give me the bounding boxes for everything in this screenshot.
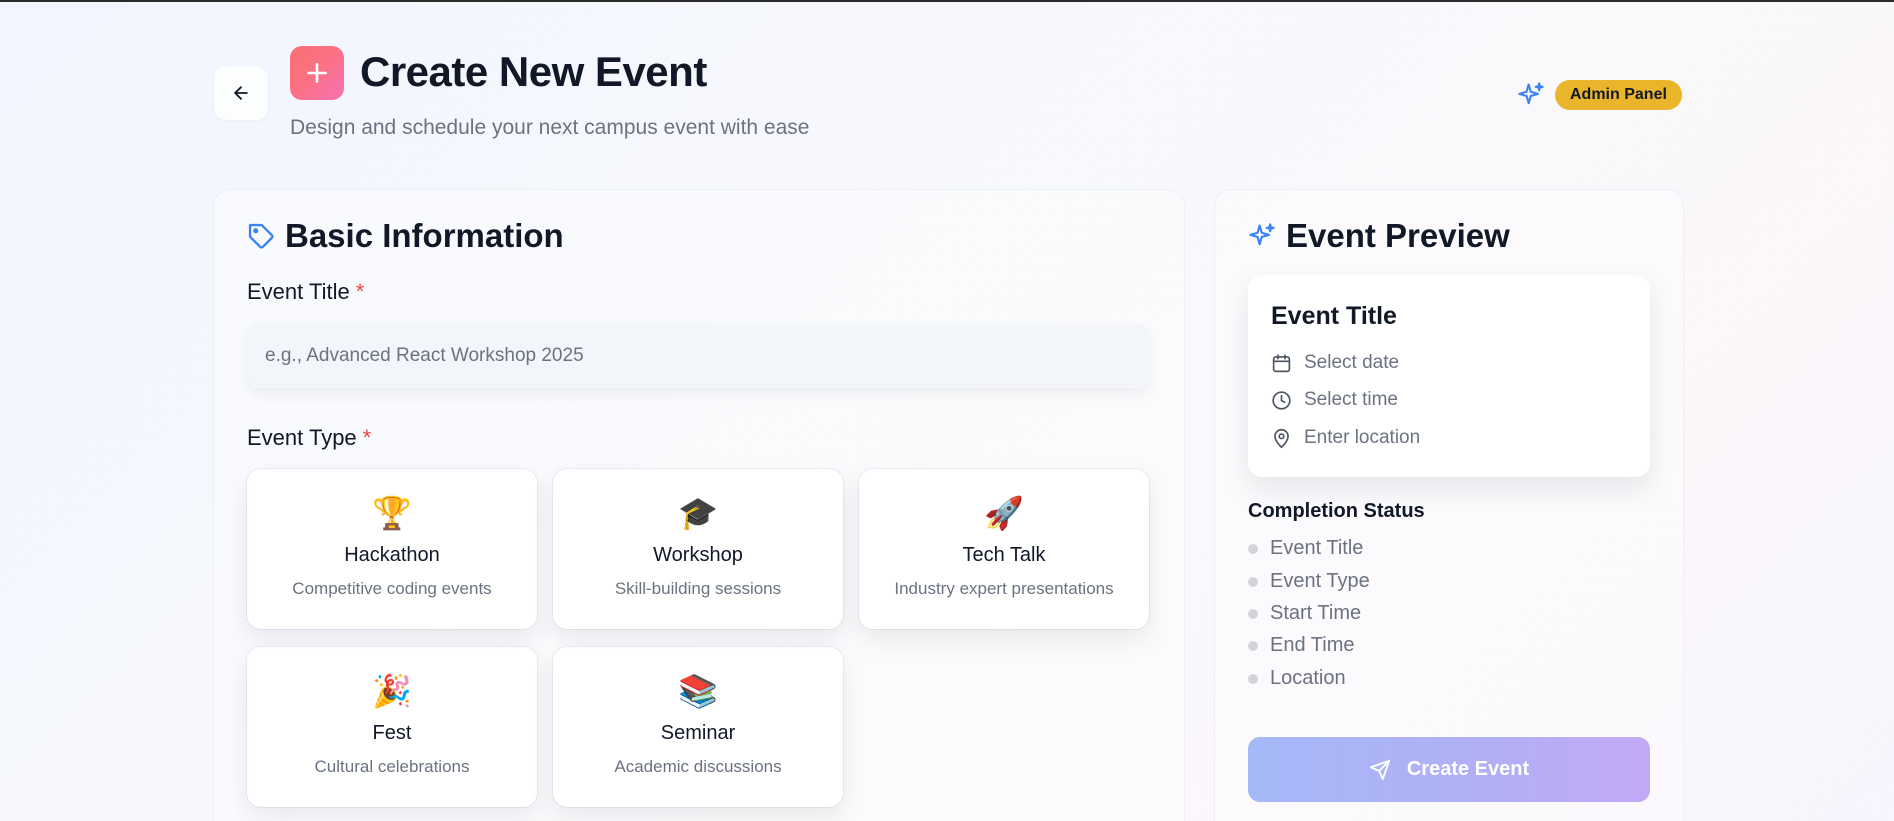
status-item-event-title: Event Title — [1248, 537, 1363, 560]
admin-panel-badge: Admin Panel — [1555, 80, 1682, 110]
status-item-label: Location — [1270, 667, 1346, 689]
preview-time: Select time — [1304, 389, 1398, 410]
event-type-name: Tech Talk — [962, 544, 1046, 566]
admin-indicator: Admin Panel — [1517, 80, 1682, 110]
status-item-label: Start Time — [1270, 602, 1362, 624]
event-title-input[interactable] — [247, 324, 1149, 388]
preview-time-row: Select time — [1271, 389, 1398, 411]
plus-icon — [307, 63, 327, 83]
event-preview-title: Event Preview — [1286, 217, 1510, 254]
sparkles-icon — [1249, 223, 1275, 246]
preview-event-title: Event Title — [1271, 302, 1397, 330]
rocket-icon: 🚀 — [984, 495, 1024, 531]
create-event-button[interactable]: Create Event — [1248, 737, 1650, 802]
event-type-label-text: Event Type — [247, 425, 357, 450]
preview-location-row: Enter location — [1271, 427, 1420, 449]
event-preview-heading: Event Preview — [1248, 217, 1510, 255]
event-type-card-seminar[interactable]: 📚 Seminar Academic discussions — [553, 647, 843, 807]
page-title: Create New Event — [360, 48, 707, 95]
event-type-name: Fest — [372, 722, 412, 744]
event-preview-card: Event Title Select date Select time Ente… — [1248, 275, 1650, 477]
status-item-start-time: Start Time — [1248, 602, 1361, 625]
preview-date: Select date — [1304, 352, 1400, 373]
back-button[interactable] — [214, 66, 268, 120]
event-type-description: Skill-building sessions — [614, 579, 782, 598]
event-type-description: Industry expert presentations — [894, 579, 1114, 598]
required-asterisk: * — [362, 425, 372, 450]
basic-information-heading: Basic Information — [247, 217, 564, 255]
event-type-card-fest[interactable]: 🎉 Fest Cultural celebrations — [247, 647, 537, 807]
status-item-label: Event Type — [1270, 570, 1370, 592]
status-dot — [1248, 576, 1258, 587]
map-pin-icon — [1274, 428, 1289, 448]
trophy-icon: 🏆 — [372, 495, 412, 531]
preview-location: Enter location — [1304, 427, 1421, 448]
sparkles-icon — [1518, 82, 1544, 105]
arrow-left-icon — [234, 86, 248, 100]
books-icon: 📚 — [678, 673, 718, 709]
status-item-event-type: Event Type — [1248, 570, 1370, 593]
status-dot — [1248, 543, 1258, 554]
status-item-location: Location — [1248, 667, 1346, 690]
event-type-name: Seminar — [660, 722, 736, 744]
event-type-name: Hackathon — [344, 544, 440, 566]
basic-information-title: Basic Information — [285, 217, 564, 254]
event-type-description: Academic discussions — [614, 757, 782, 776]
party-popper-icon: 🎉 — [372, 673, 412, 709]
status-item-label: End Time — [1270, 634, 1355, 656]
tag-icon — [248, 223, 274, 249]
event-type-description: Cultural celebrations — [314, 757, 470, 776]
calendar-icon — [1272, 353, 1291, 372]
status-dot — [1248, 608, 1258, 619]
status-item-label: Event Title — [1270, 537, 1364, 559]
event-title-label-text: Event Title — [247, 279, 350, 304]
graduation-cap-icon: 🎓 — [678, 495, 718, 531]
send-icon — [1369, 759, 1390, 780]
status-dot — [1248, 640, 1258, 651]
event-type-name: Workshop — [653, 544, 743, 566]
event-type-label: Event Type * — [247, 425, 371, 451]
event-type-description: Competitive coding events — [292, 579, 492, 598]
create-event-label: Create Event — [1406, 758, 1530, 780]
event-title-label: Event Title * — [247, 279, 364, 305]
preview-date-row: Select date — [1271, 352, 1399, 374]
status-dot — [1248, 673, 1258, 684]
page-subtitle: Design and schedule your next campus eve… — [290, 116, 810, 139]
clock-icon — [1272, 390, 1291, 410]
required-asterisk: * — [355, 279, 365, 304]
completion-status-heading: Completion Status — [1248, 500, 1425, 522]
event-type-card-workshop[interactable]: 🎓 Workshop Skill-building sessions — [553, 469, 843, 629]
event-type-card-hackathon[interactable]: 🏆 Hackathon Competitive coding events — [247, 469, 537, 629]
create-event-logo — [290, 46, 344, 100]
status-item-end-time: End Time — [1248, 634, 1354, 657]
event-type-card-tech-talk[interactable]: 🚀 Tech Talk Industry expert presentation… — [859, 469, 1149, 629]
